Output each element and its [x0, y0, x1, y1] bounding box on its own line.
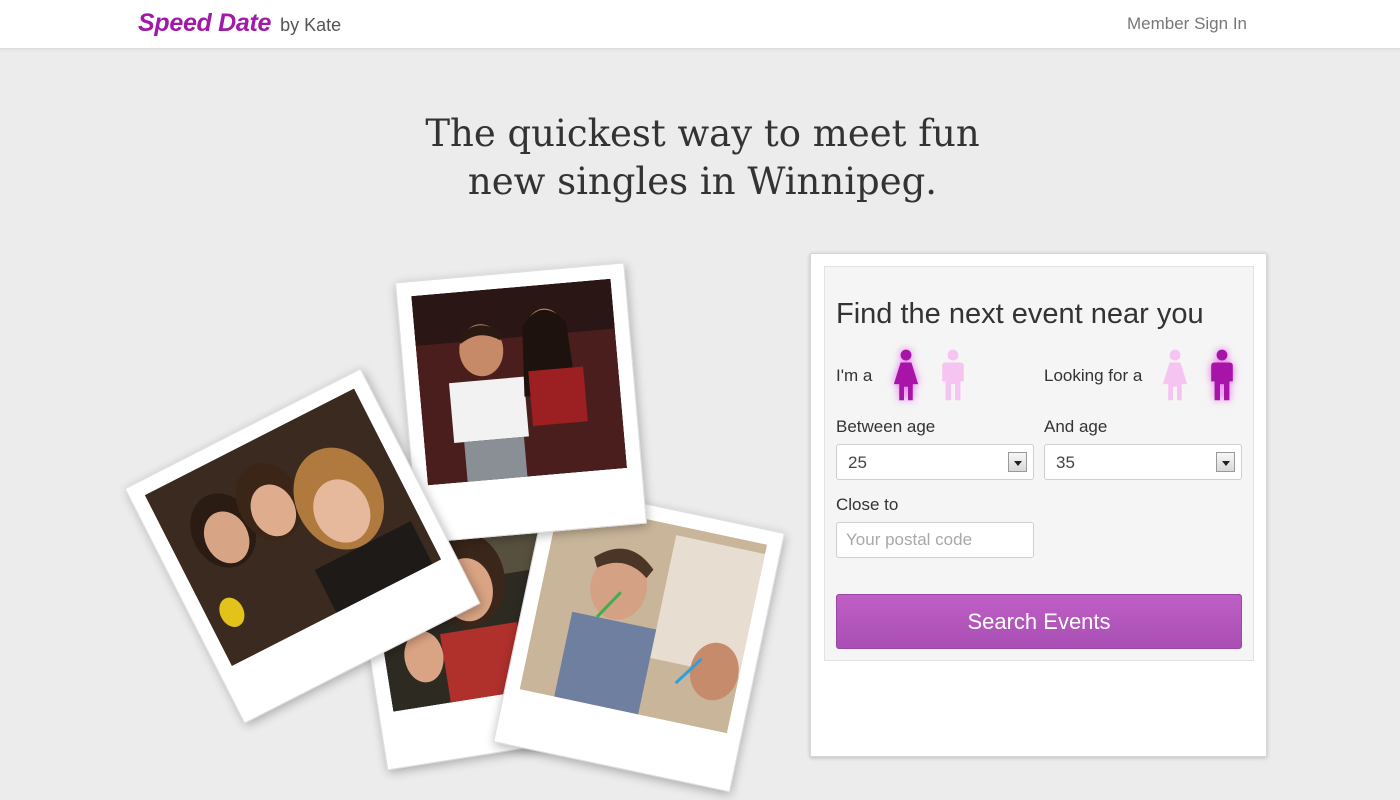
brand-name: Speed Date: [138, 9, 272, 37]
im-a-label: I'm a: [836, 366, 873, 385]
event-search-form: Find the next event near you I'm a Looki…: [824, 266, 1254, 661]
brand-logo[interactable]: Speed Date by Kate: [138, 9, 341, 38]
search-events-button[interactable]: Search Events: [836, 594, 1242, 649]
photo-couple-lounge: [395, 262, 647, 544]
brand-by: by Kate: [280, 15, 342, 35]
postal-code-input[interactable]: [836, 522, 1034, 558]
hero-line-2: new singles in Winnipeg.: [467, 160, 938, 203]
max-age-select[interactable]: 35: [1044, 444, 1242, 480]
max-age-value: 35: [1056, 453, 1075, 472]
chevron-down-icon[interactable]: [1008, 452, 1027, 472]
form-title: Find the next event near you: [836, 298, 1204, 330]
im-a-male-icon[interactable]: [936, 349, 970, 403]
min-age-select[interactable]: 25: [836, 444, 1034, 480]
looking-for-male-icon[interactable]: [1205, 349, 1239, 403]
chevron-down-icon[interactable]: [1216, 452, 1235, 472]
between-age-label: Between age: [836, 417, 936, 436]
looking-for-label: Looking for a: [1044, 366, 1143, 385]
hero-headline: The quickest way to meet fun new singles…: [350, 110, 1055, 206]
and-age-label: And age: [1044, 417, 1108, 436]
top-nav: Speed Date by Kate Member Sign In: [0, 0, 1400, 49]
im-a-female-icon[interactable]: [889, 349, 923, 403]
hero-line-1: The quickest way to meet fun: [425, 112, 980, 155]
looking-for-female-icon[interactable]: [1158, 349, 1192, 403]
event-search-card: Find the next event near you I'm a Looki…: [810, 253, 1267, 757]
member-sign-in-link[interactable]: Member Sign In: [1127, 14, 1247, 34]
close-to-label: Close to: [836, 495, 899, 514]
min-age-value: 25: [848, 453, 867, 472]
